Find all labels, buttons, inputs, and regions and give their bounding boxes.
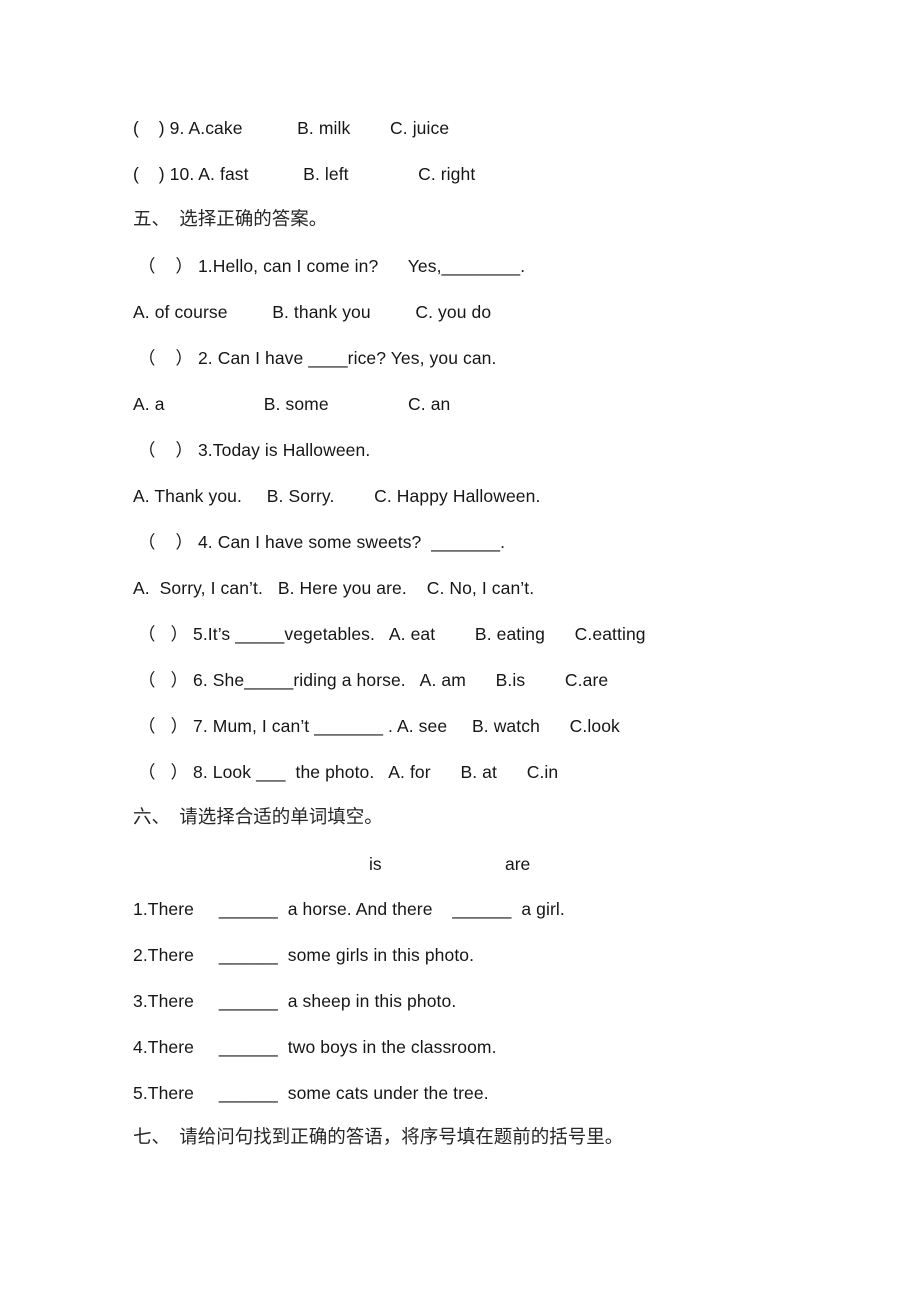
section-five-question-3: （ ） 3.Today is Halloween.: [133, 440, 371, 460]
section-seven-heading: 七、 请给问句找到正确的答语，将序号填在题前的括号里。: [133, 1128, 624, 1148]
section-five-question-3-options: A. Thank you. B. Sorry. C. Happy Hallowe…: [133, 486, 541, 506]
listening-item-9: ( ) 9. A.cake B. milk C. juice: [133, 118, 450, 138]
word-bank-is: is: [369, 854, 382, 874]
section-six-item-4: 4.There ______ two boys in the classroom…: [133, 1037, 497, 1057]
section-five-question-8: （ ） 8. Look ___ the photo. A. for B. at …: [133, 762, 559, 782]
section-five-question-7: （ ） 7. Mum, I can’t _______ . A. see B. …: [133, 716, 620, 736]
section-six-item-1: 1.There ______ a horse. And there ______…: [133, 899, 565, 919]
worksheet-page: ( ) 9. A.cake B. milk C. juice ( ) 10. A…: [0, 0, 920, 1302]
section-five-question-4: （ ） 4. Can I have some sweets? _______.: [133, 532, 506, 552]
section-five-question-1: （ ） 1.Hello, can I come in? Yes,________…: [133, 256, 526, 276]
section-five-heading: 五、 选择正确的答案。: [133, 210, 328, 230]
section-six-item-2: 2.There ______ some girls in this photo.: [133, 945, 475, 965]
section-five-question-5: （ ） 5.It’s _____vegetables. A. eat B. ea…: [133, 624, 646, 644]
section-six-heading: 六、 请选择合适的单词填空。: [133, 808, 383, 828]
section-five-question-4-options: A. Sorry, I can’t. B. Here you are. C. N…: [133, 578, 535, 598]
word-bank-are: are: [505, 854, 531, 874]
listening-item-10: ( ) 10. A. fast B. left C. right: [133, 164, 476, 184]
section-five-question-6: （ ） 6. She_____riding a horse. A. am B.i…: [133, 670, 609, 690]
section-five-question-2: （ ） 2. Can I have ____rice? Yes, you can…: [133, 348, 497, 368]
section-five-question-1-options: A. of course B. thank you C. you do: [133, 302, 492, 322]
section-six-item-5: 5.There ______ some cats under the tree.: [133, 1083, 489, 1103]
section-six-item-3: 3.There ______ a sheep in this photo.: [133, 991, 457, 1011]
section-five-question-2-options: A. a B. some C. an: [133, 394, 451, 414]
